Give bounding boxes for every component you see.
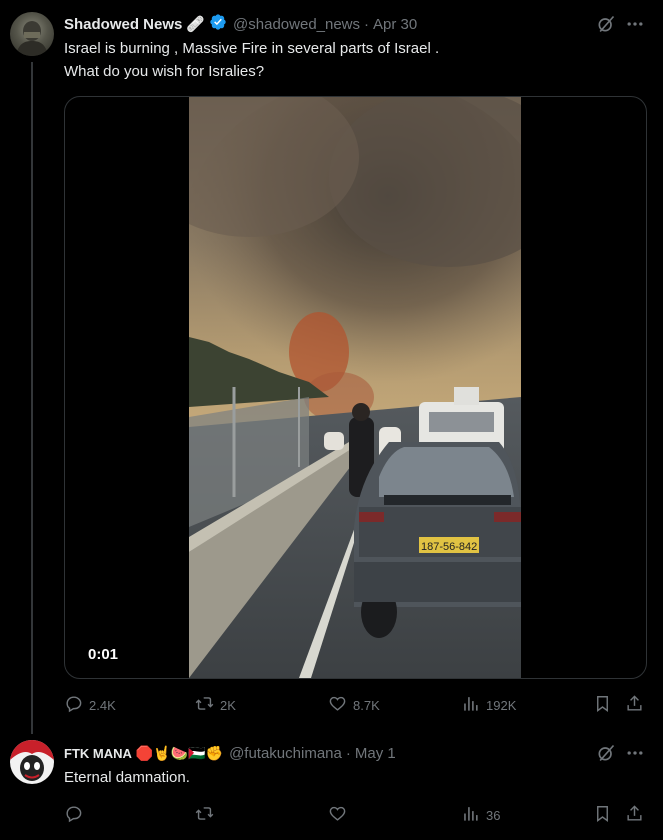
more-icon[interactable] [625, 14, 645, 34]
thread-line [31, 62, 33, 734]
more-icon[interactable] [625, 743, 645, 763]
bandage-emoji: 🩹 [186, 16, 206, 33]
views-count: 36 [486, 807, 501, 823]
author-handle[interactable]: @shadowed_news [233, 16, 360, 33]
action-bar: 2.4K 2K 8.7K 192K [64, 694, 646, 716]
like-button[interactable] [328, 804, 353, 826]
license-plate: 187-56-842 [421, 541, 477, 553]
bookmark-icon[interactable] [593, 694, 612, 713]
reply-count: 2.4K [89, 697, 116, 713]
grok-icon[interactable] [596, 743, 616, 763]
reply-author-handle[interactable]: @futakuchimana [229, 745, 342, 762]
tweet-text-line-1: Israel is burning , Massive Fire in seve… [64, 40, 440, 57]
video-timestamp: 0:01 [88, 646, 119, 663]
bookmark-icon[interactable] [593, 804, 612, 823]
repost-count: 2K [220, 697, 236, 713]
tweet-main[interactable]: Shadowed News 🩹 @shadowed_news · Apr 30 … [0, 0, 663, 734]
like-count: 8.7K [353, 697, 380, 713]
video-player[interactable]: 187-56-842 0:01 [64, 96, 647, 679]
like-button[interactable]: 8.7K [328, 694, 380, 716]
author-emojis: 🛑🤘🍉🇵🇸✊ [135, 744, 224, 761]
reply-action-bar: 36 [64, 804, 646, 826]
tweet-text-line-2: What do you wish for Isralies? [64, 63, 265, 80]
reply-author-name[interactable]: FTK MANA [64, 746, 132, 761]
avatar-figure-icon [10, 740, 54, 781]
post-date[interactable]: Apr 30 [373, 16, 417, 33]
meta-separator: · [345, 744, 351, 762]
share-icon[interactable] [625, 694, 644, 713]
tweet-header: Shadowed News 🩹 @shadowed_news · Apr 30 [64, 13, 417, 35]
author-avatar[interactable] [10, 12, 54, 56]
video-frame: 187-56-842 [189, 97, 521, 678]
views-button[interactable]: 36 [461, 804, 500, 826]
repost-button[interactable]: 2K [195, 694, 236, 716]
reply-author-avatar[interactable] [10, 740, 54, 784]
reply-button[interactable]: 2.4K [64, 694, 116, 716]
like-icon [328, 694, 347, 716]
verified-badge-icon [209, 13, 227, 36]
views-icon [461, 694, 480, 716]
tweet-text: Israel is burning , Massive Fire in seve… [64, 37, 644, 83]
avatar-figure-icon [16, 21, 48, 56]
like-icon [328, 804, 347, 826]
reply-icon [64, 694, 83, 716]
tweet-reply[interactable]: FTK MANA 🛑🤘🍉🇵🇸✊ @futakuchimana · May 1 E… [0, 734, 663, 840]
repost-button[interactable] [195, 804, 220, 826]
views-button[interactable]: 192K [461, 694, 516, 716]
views-count: 192K [486, 697, 517, 713]
reply-button[interactable] [64, 804, 89, 826]
views-icon [461, 804, 480, 826]
grok-icon[interactable] [596, 14, 616, 34]
repost-icon [195, 804, 214, 826]
repost-icon [195, 694, 214, 716]
reply-date[interactable]: May 1 [355, 745, 396, 762]
reply-icon [64, 804, 83, 826]
author-name[interactable]: Shadowed News [64, 16, 182, 33]
share-icon[interactable] [625, 804, 644, 823]
reply-header: FTK MANA 🛑🤘🍉🇵🇸✊ @futakuchimana · May 1 [64, 742, 396, 764]
reply-text: Eternal damnation. [64, 769, 190, 786]
meta-separator: · [364, 15, 370, 33]
